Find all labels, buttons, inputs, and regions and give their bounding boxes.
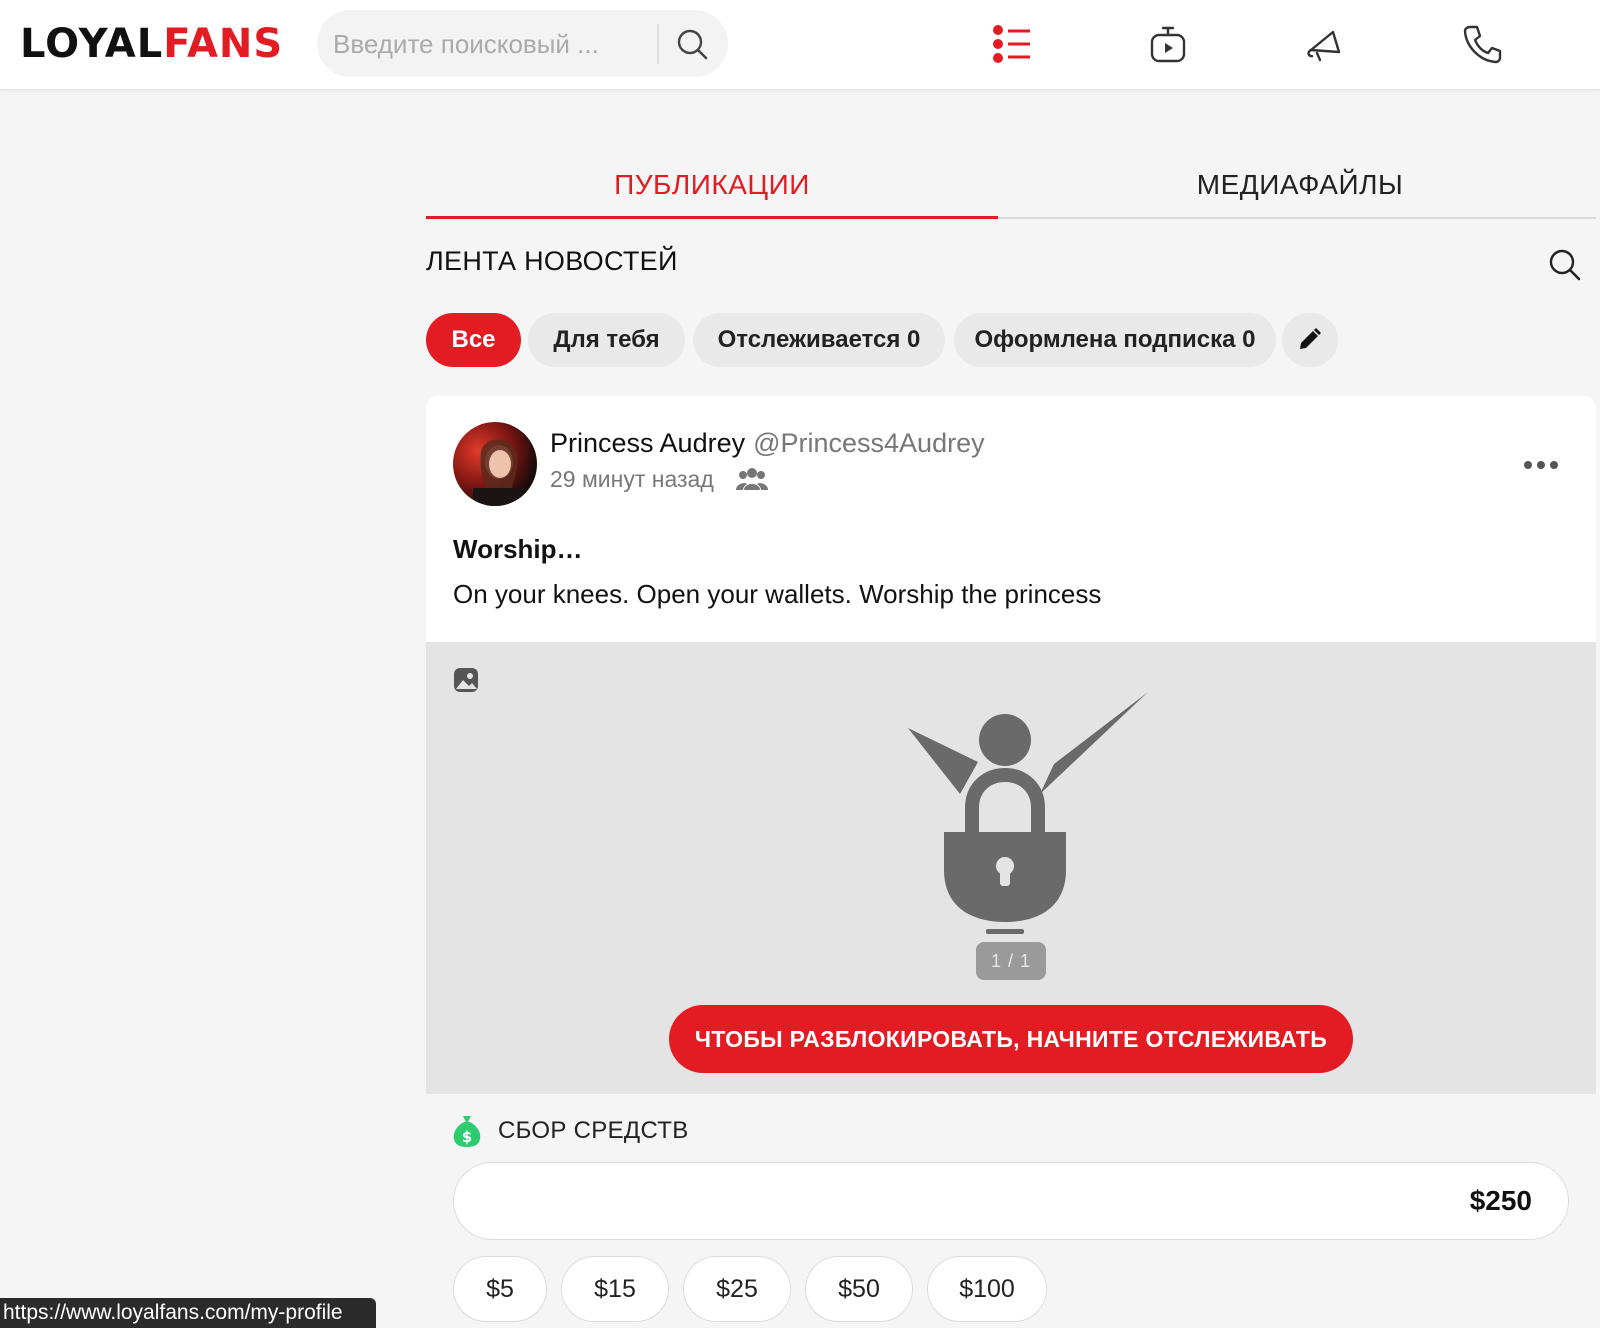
filter-subscribed-chip[interactable]: Оформлена подписка 0 [954, 313, 1276, 367]
post-body: On your knees. Open your wallets. Worshi… [453, 579, 1102, 609]
filter-for-you-chip[interactable]: Для тебя [528, 313, 685, 367]
edit-filters-button[interactable] [1282, 313, 1338, 367]
feed-list-icon[interactable] [990, 22, 1034, 66]
author-name[interactable]: Princess Audrey [550, 428, 745, 458]
fundraiser-title: СБОР СРЕДСТВ [498, 1117, 689, 1144]
filter-all-chip[interactable]: Все [426, 313, 521, 367]
megaphone-icon[interactable] [1303, 22, 1347, 66]
video-tv-icon[interactable] [1146, 22, 1190, 66]
active-tab-indicator [426, 216, 998, 219]
amount-preset-100[interactable]: $100 [927, 1256, 1047, 1322]
group-icon [736, 468, 768, 490]
top-bar: LOYAL FANS [0, 0, 1600, 90]
feed-search-icon[interactable] [1548, 248, 1582, 282]
filter-following-chip[interactable]: Отслеживается 0 [693, 313, 945, 367]
link-status-tooltip: https://www.loyalfans.com/my-profile [0, 1298, 376, 1328]
amount-preset-50[interactable]: $50 [805, 1256, 913, 1322]
amount-preset-25[interactable]: $25 [683, 1256, 791, 1322]
search-icon[interactable] [675, 27, 709, 61]
fundraiser-section: $ СБОР СРЕДСТВ $250 $5 $15 $25 $50 $100 [426, 1094, 1596, 1328]
avatar[interactable] [453, 422, 537, 506]
logo-text-fans: FANS [163, 21, 284, 67]
donation-amount-value: $250 [1469, 1185, 1532, 1216]
svg-text:$: $ [462, 1128, 472, 1146]
pencil-icon [1300, 328, 1321, 349]
search-divider [657, 24, 659, 64]
logo-text-loyal: LOYAL [20, 21, 164, 67]
image-type-icon [454, 668, 478, 692]
feed-title: ЛЕНТА НОВОСТЕЙ [426, 246, 678, 276]
phone-icon[interactable] [1460, 22, 1504, 66]
money-bag-icon: $ [453, 1116, 481, 1147]
media-counter: 1 / 1 [976, 942, 1046, 980]
search-box [317, 10, 728, 77]
amount-preset-5[interactable]: $5 [453, 1256, 547, 1322]
locked-content-icon [908, 692, 1148, 934]
post-author: Princess Audrey @Princess4Audrey [550, 428, 985, 459]
more-options-icon[interactable] [1523, 458, 1559, 472]
unlock-follow-button[interactable]: ЧТОБЫ РАЗБЛОКИРОВАТЬ, НАЧНИТЕ ОТСЛЕЖИВАТ… [669, 1005, 1353, 1073]
tab-publications[interactable]: ПУБЛИКАЦИИ [426, 160, 998, 210]
post-time: 29 минут назад [550, 466, 714, 492]
locked-media: 1 / 1 ЧТОБЫ РАЗБЛОКИРОВАТЬ, НАЧНИТЕ ОТСЛ… [426, 642, 1596, 1094]
post-card: Princess Audrey @Princess4Audrey 29 минут… [426, 396, 1596, 1328]
donation-amount-field[interactable]: $250 [453, 1162, 1569, 1240]
search-input[interactable] [333, 24, 633, 64]
post-title: Worship… [453, 534, 583, 564]
author-handle[interactable]: @Princess4Audrey [753, 428, 985, 458]
loyalfans-logo[interactable]: LOYAL FANS [20, 21, 284, 67]
amount-preset-15[interactable]: $15 [561, 1256, 669, 1322]
tab-media-files[interactable]: МЕДИАФАЙЛЫ [1000, 160, 1600, 210]
